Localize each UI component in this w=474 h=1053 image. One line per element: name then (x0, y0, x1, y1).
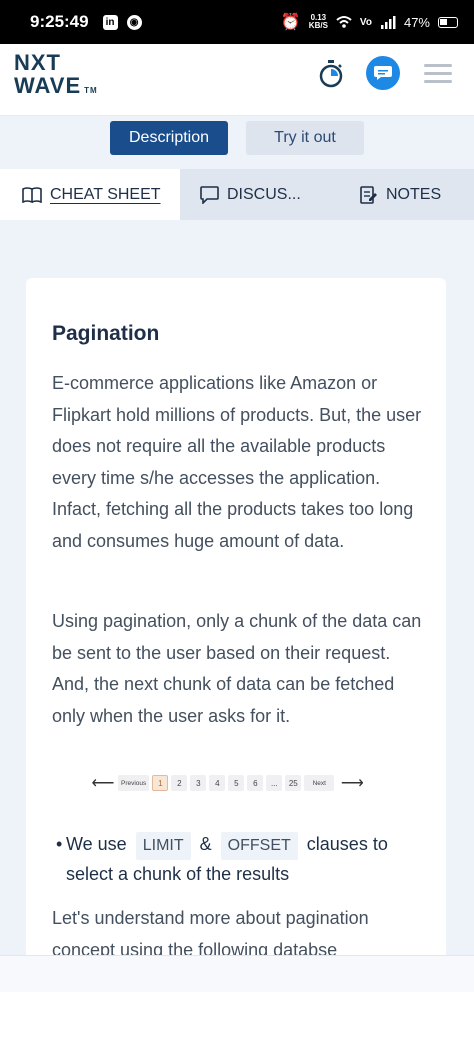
logo-top: NXT (14, 50, 61, 75)
paragraph-pagination: Using pagination, only a chunk of the da… (52, 611, 422, 726)
pager-page: 4 (209, 775, 226, 791)
bullet-ampersand: & (199, 834, 212, 854)
pager-next: Next (304, 775, 335, 791)
tab-notes[interactable]: NOTES (338, 169, 474, 220)
chrome-icon: ◉ (126, 14, 142, 30)
logo-wave: WAVE (14, 73, 82, 98)
network-speed: 0.13 KB/S (309, 14, 328, 30)
tab-discuss-label: DISCUS... (227, 185, 301, 203)
logo-tm: TM (84, 86, 98, 95)
cheat-sheet-card: Pagination E-commerce applications like … (26, 278, 446, 955)
pager-page: 25 (285, 775, 302, 791)
paragraph-intro: E-commerce applications like Amazon or F… (52, 373, 422, 551)
chat-button[interactable] (366, 56, 400, 90)
view-toggle: Description Try it out (0, 116, 474, 169)
pager-ellipsis: ... (266, 775, 283, 791)
section-title: Pagination (52, 322, 160, 345)
pager-page: 3 (190, 775, 207, 791)
comment-icon (200, 185, 219, 204)
hamburger-menu-icon[interactable] (424, 64, 452, 84)
linkedin-icon: in (102, 14, 118, 30)
battery-icon (438, 16, 458, 28)
logo-bottom: WAVE TM (14, 74, 98, 103)
tab-notes-label: NOTES (386, 185, 442, 203)
bullet-item: • We use LIMIT & OFFSET clauses to selec… (56, 830, 416, 888)
wifi-icon (336, 16, 352, 28)
system-nav-area (0, 992, 474, 1053)
status-right: ⏰ 0.13 KB/S Vo 47% (281, 12, 458, 32)
nxtwave-logo[interactable]: NXT WAVE TM (14, 52, 98, 103)
notes-icon (360, 185, 377, 204)
bottom-bar (0, 955, 474, 992)
pagination-illustration: ⟵ Previous 1 2 3 4 5 6 ... 25 Next ⟶ (88, 774, 367, 792)
pager-page: 2 (171, 775, 188, 791)
code-limit: LIMIT (135, 832, 191, 860)
battery-percent: 47% (403, 14, 430, 30)
pager-page: 1 (152, 775, 169, 791)
description-button[interactable]: Description (110, 121, 228, 155)
book-icon (22, 186, 42, 203)
tab-bar: CHEAT SHEET DISCUS... NOTES (0, 169, 474, 220)
try-it-out-button[interactable]: Try it out (246, 121, 364, 155)
pager-previous: Previous (118, 775, 150, 791)
volte-icon: Vo (359, 16, 372, 28)
speed-unit: KB/S (308, 21, 328, 30)
signal-icon (380, 16, 396, 29)
status-bar: 9:25:49 in ◉ ⏰ 0.13 KB/S Vo 47% (0, 0, 474, 44)
right-arrow-icon: ⟶ (340, 775, 364, 792)
bullet-dot: • (56, 834, 63, 854)
tab-discuss[interactable]: DISCUS... (180, 169, 338, 220)
pager-page: 6 (247, 775, 264, 791)
alarm-icon: ⏰ (280, 14, 301, 31)
left-arrow-icon: ⟵ (91, 775, 115, 792)
status-time: 9:25:49 (30, 12, 89, 31)
tab-cheat-sheet-label: CHEAT SHEET (50, 185, 161, 203)
pager-page: 5 (228, 775, 245, 791)
chat-icon (374, 66, 392, 80)
code-offset: OFFSET (220, 832, 298, 860)
paragraph-followup: Let's understand more about pagination c… (52, 908, 369, 955)
tab-cheat-sheet[interactable]: CHEAT SHEET (0, 169, 180, 220)
content-area[interactable]: Pagination E-commerce applications like … (0, 220, 474, 955)
bullet-text-pre: We use (66, 834, 127, 854)
stopwatch-icon[interactable] (318, 60, 344, 88)
app-header: NXT WAVE TM (0, 44, 474, 116)
